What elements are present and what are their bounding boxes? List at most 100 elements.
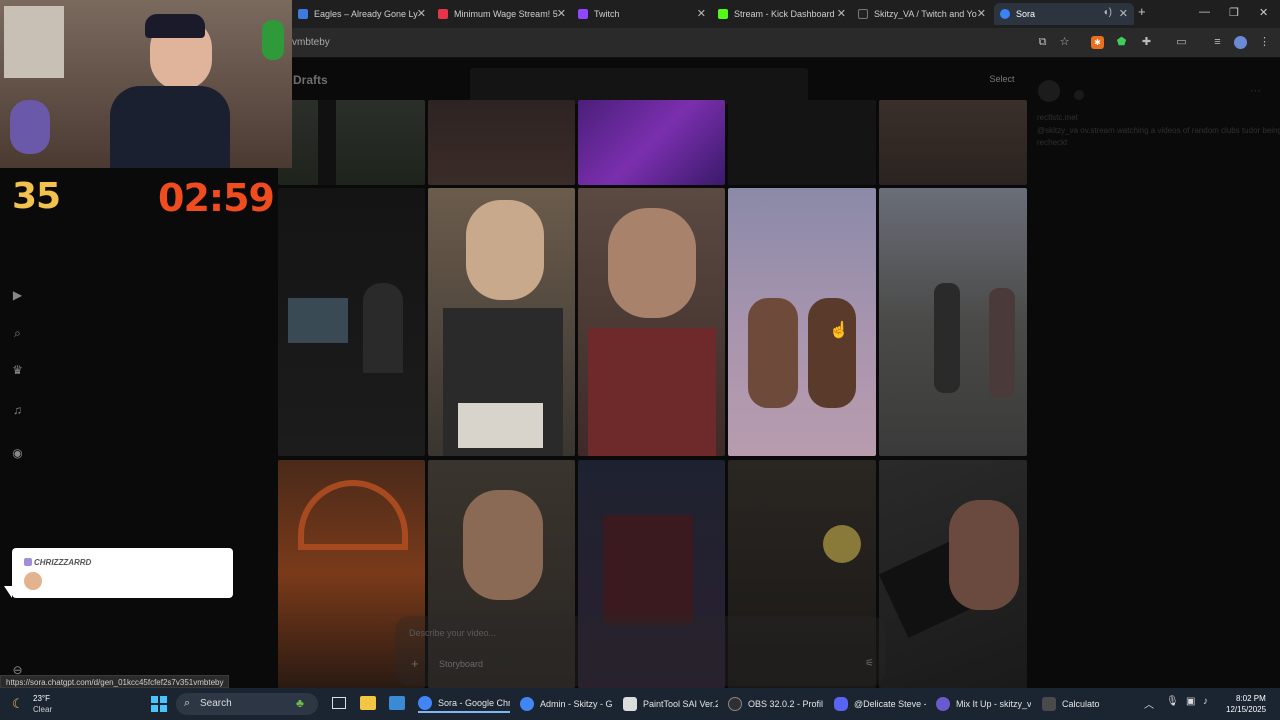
chat-message-bubble: CHRIZZZARRD <box>12 548 233 598</box>
new-tab-icon[interactable]: + <box>1138 4 1146 19</box>
tab-search-icon[interactable]: ▭ <box>1175 36 1188 49</box>
close-tab-icon[interactable]: ✕ <box>557 7 566 20</box>
tab-favicon-icon <box>438 9 448 19</box>
draft-video-thumbnail[interactable] <box>428 100 575 185</box>
taskbar-app-painttool-sai[interactable]: PaintTool SAI Ver.2 <box>623 695 718 713</box>
notification-bell-icon[interactable]: ♫ <box>10 403 25 418</box>
clock-time[interactable]: 8:02 PM <box>1236 694 1266 703</box>
windows-start-icon[interactable] <box>151 696 167 712</box>
draft-video-thumbnail[interactable] <box>879 100 1027 185</box>
taskbar-app-calculator[interactable]: Calculato <box>1042 695 1102 713</box>
more-options-icon[interactable]: ⋯ <box>1250 84 1261 97</box>
media-control-icon[interactable]: ≡ <box>1211 36 1224 49</box>
draft-video-thumbnail[interactable] <box>578 100 725 185</box>
taskbar-app-chrome-admin[interactable]: Admin - Skitzy - Go <box>520 695 612 713</box>
tab-twitch[interactable]: Twitch ✕ <box>572 3 712 25</box>
tab-kick-dashboard[interactable]: Stream - Kick Dashboard ✕ <box>712 3 852 25</box>
discord-icon <box>834 697 848 711</box>
plush-toy <box>10 100 50 154</box>
tab-title: Skitzy_VA / Twitch and Yo <box>874 9 977 19</box>
profile-avatar-icon[interactable] <box>1234 36 1247 49</box>
close-window-icon[interactable]: ✕ <box>1259 6 1268 19</box>
draft-video-thumbnail[interactable] <box>278 100 425 185</box>
play-icon[interactable]: ▶ <box>10 288 25 303</box>
streamer-cap <box>145 14 205 38</box>
photos-app-icon[interactable] <box>389 696 405 710</box>
green-figure <box>262 20 284 60</box>
extension-rss-icon[interactable]: ✱ <box>1091 36 1104 49</box>
tab-favicon-icon <box>578 9 588 19</box>
tab-minimum-wage-stream[interactable]: Minimum Wage Stream! 5 ✕ <box>432 3 572 25</box>
taskbar-app-chrome-sora[interactable]: Sora - Google Chro <box>418 695 510 713</box>
taskbar-search-box[interactable]: ⌕ Search ♣ <box>176 693 318 715</box>
browser-menu-icon[interactable]: ⋮ <box>1258 36 1271 49</box>
close-tab-icon[interactable]: ✕ <box>837 7 846 20</box>
tab-title: Twitch <box>594 9 620 19</box>
draft-video-thumbnail[interactable] <box>728 100 876 185</box>
microphone-icon[interactable]: 🎙︎ <box>1166 696 1179 707</box>
network-icon[interactable]: ▣ <box>1186 696 1195 707</box>
taskbar-app-mix-it-up[interactable]: Mix It Up - skitzy_va <box>936 695 1031 713</box>
tab-favicon-icon <box>298 9 308 19</box>
add-media-icon[interactable]: + <box>411 656 419 671</box>
tab-favicon-icon <box>1000 9 1010 19</box>
close-tab-icon[interactable]: ✕ <box>977 7 986 20</box>
restore-icon[interactable]: ❐ <box>1229 6 1239 19</box>
streamer-jacket <box>110 86 230 168</box>
draft-video-thumbnail[interactable] <box>428 188 575 456</box>
taskbar-app-discord[interactable]: @Delicate Steve - D <box>834 695 926 713</box>
volume-icon[interactable]: ♪ <box>1203 696 1208 707</box>
trophy-icon[interactable]: ♛ <box>10 363 25 378</box>
tab-title: Sora <box>1016 9 1036 19</box>
weather-temperature[interactable]: 23°F <box>33 694 50 703</box>
search-icon: ⌕ <box>184 697 191 709</box>
prompt-composer: Describe your video... + Storyboard ⚟ <box>395 616 885 686</box>
taskbar-app-label: PaintTool SAI Ver.2 <box>643 699 718 709</box>
draft-video-thumbnail[interactable] <box>728 188 876 456</box>
counter-display: 35 <box>12 176 61 217</box>
tab-eagles[interactable]: Eagles – Already Gone Ly ✕ <box>292 3 432 25</box>
extension-shield-icon[interactable]: ⬟ <box>1115 36 1128 49</box>
install-app-icon[interactable]: ⧉ <box>1036 36 1049 49</box>
storyboard-button[interactable]: Storyboard <box>439 659 483 669</box>
minimize-icon[interactable]: — <box>1199 6 1210 18</box>
status-dot <box>1074 90 1084 100</box>
tab-title: Eagles – Already Gone Ly <box>314 9 418 19</box>
clock-date[interactable]: 12/15/2025 <box>1226 705 1266 714</box>
file-explorer-icon[interactable] <box>360 696 376 710</box>
close-tab-icon[interactable]: ✕ <box>417 7 426 20</box>
audio-playing-icon[interactable]: ◖) <box>1103 7 1112 18</box>
draft-video-thumbnail[interactable] <box>578 188 725 456</box>
chat-badge-icon <box>24 558 32 566</box>
countdown-timer: 02:59 <box>158 176 275 220</box>
hand-cursor-icon: ☝ <box>829 322 849 339</box>
chat-username: CHRIZZZARRD <box>34 558 92 567</box>
tab-skitzy-tiktok[interactable]: Skitzy_VA / Twitch and Yo ✕ <box>852 3 992 25</box>
tab-title: Minimum Wage Stream! 5 <box>454 9 558 19</box>
taskbar-app-label: Sora - Google Chro <box>438 698 510 708</box>
weather-condition[interactable]: Clear <box>33 705 52 714</box>
search-label: Search <box>200 698 232 709</box>
profile-icon[interactable]: ◉ <box>10 446 25 461</box>
draft-video-thumbnail[interactable] <box>879 188 1027 456</box>
close-tab-icon[interactable]: ✕ <box>1119 7 1128 20</box>
task-view-icon[interactable] <box>332 697 346 709</box>
show-hidden-icons-chevron-icon[interactable]: ︿ <box>1144 696 1154 711</box>
close-tab-icon[interactable]: ✕ <box>697 7 706 20</box>
taskbar-app-obs[interactable]: OBS 32.0.2 - Profile <box>728 695 823 713</box>
settings-sliders-icon[interactable]: ⚟ <box>865 658 874 669</box>
draft-video-thumbnail[interactable] <box>879 460 1027 688</box>
taskbar-app-label: Calculato <box>1062 699 1100 709</box>
draft-video-thumbnail[interactable] <box>278 188 425 456</box>
post-username[interactable]: rectlstc.met <box>1037 113 1078 122</box>
obs-icon <box>728 697 742 711</box>
weather-moon-icon[interactable]: ☾ <box>12 696 24 712</box>
search-icon[interactable]: ⌕ <box>10 326 25 341</box>
extensions-puzzle-icon[interactable]: ✚ <box>1140 36 1153 49</box>
emote-icon <box>24 572 42 590</box>
tab-sora[interactable]: Sora ◖) ✕ <box>994 3 1134 25</box>
select-button[interactable]: Select <box>976 70 1028 88</box>
url-field[interactable]: vmbteby <box>292 37 330 48</box>
prompt-input[interactable]: Describe your video... <box>409 628 496 638</box>
bookmark-star-icon[interactable]: ☆ <box>1058 36 1071 49</box>
